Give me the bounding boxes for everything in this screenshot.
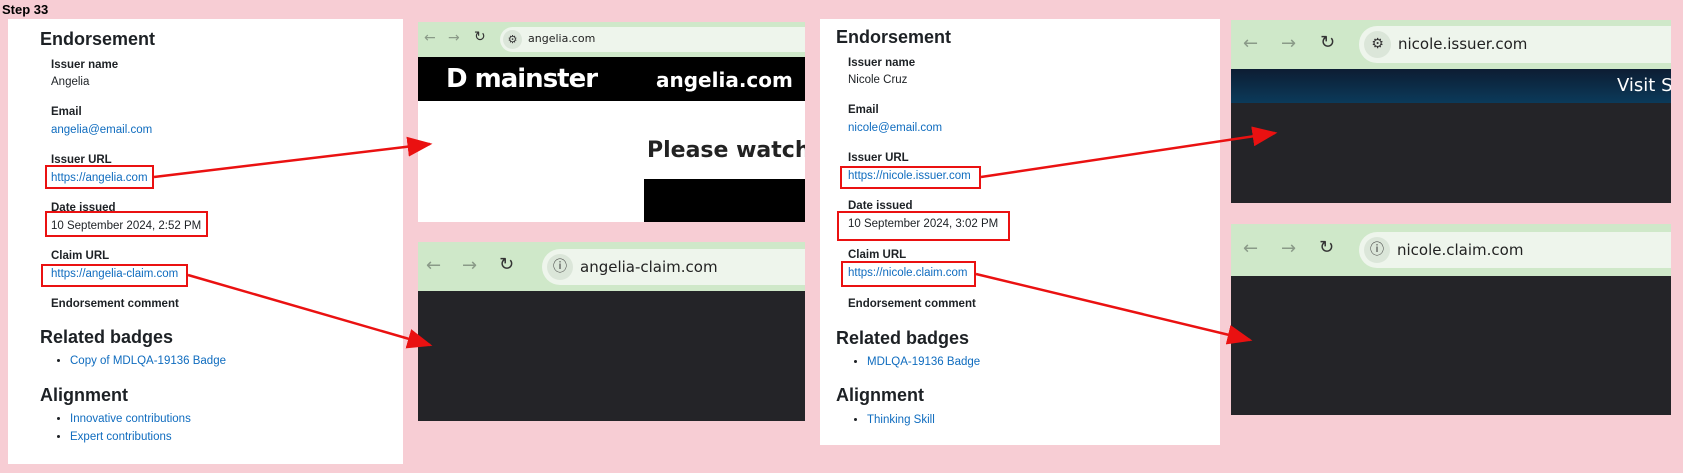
arrow-issuer-url-angelia (153, 136, 433, 179)
annotation-arrows (153, 126, 1278, 349)
arrow-claim-url-nicole (975, 272, 1253, 345)
arrow-claim-url-angelia (187, 273, 433, 349)
arrow-issuer-url-nicole (980, 126, 1278, 179)
